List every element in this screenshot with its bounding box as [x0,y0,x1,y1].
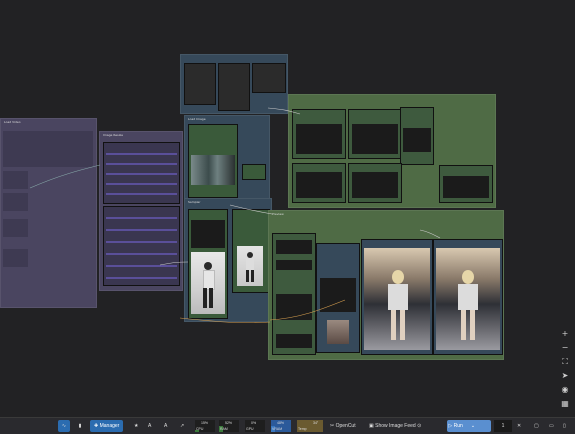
layout-icon[interactable]: ▯ [563,420,566,432]
queue-icon[interactable]: ▢ [534,420,539,432]
gpu-meter: 0% GPU [245,420,265,432]
a-triangle-icon[interactable]: A [164,420,167,432]
cpu-label: CPU [196,427,204,431]
show-feed-label: Show Image Feed [375,423,416,429]
chevron-down-icon[interactable]: ⌄ [471,423,475,429]
queue-count: 1 [501,423,505,429]
minus-icon[interactable]: − [559,342,571,353]
temp-value: 34° [313,421,319,425]
plus-icon[interactable]: + [559,328,571,339]
map-icon[interactable]: ▦ [559,398,571,409]
comfy-logo-icon[interactable]: ∿ [58,420,70,432]
opencut-label: OpenCut [335,423,356,429]
gpu-label: GPU [246,427,254,431]
node-links [29,107,441,324]
history-icon: ⊙ [415,423,422,429]
share-icon[interactable]: ↗ [180,420,184,432]
ram-meter: 52% RAM [219,420,239,432]
manager-button[interactable]: ✚ Manager [90,420,124,432]
stop-icon[interactable]: ✕ [517,420,521,432]
cpu-value: 15% [201,421,209,425]
opencut-button[interactable]: ✂ OpenCut [330,420,356,432]
workflow-canvas[interactable]: Load Video Image Resize Load Image Sampl… [0,0,575,417]
run-button[interactable]: ▷ Run ⌄ [447,420,491,432]
send-icon[interactable]: ➤ [559,370,571,381]
fit-view-icon[interactable]: ⛶ [559,356,571,367]
ram-label: RAM [220,427,228,431]
gpu-value: 0% [251,421,257,425]
bookmark-icon[interactable]: ▮ [76,420,84,432]
a-triangle-icon[interactable]: A [148,420,151,432]
vram-label: VRAM [272,427,283,431]
eye-icon[interactable]: ◉ [559,384,571,395]
star-icon[interactable]: ★ [134,420,138,432]
temp-meter: 34° Temp [297,420,323,432]
ram-value: 52% [225,421,233,425]
queue-count-input[interactable]: 1 [494,420,512,432]
run-icon: ▷ [447,423,454,429]
vram-meter: 48% VRAM [271,420,291,432]
run-label: Run [453,423,463,429]
panel-icon[interactable]: ▭ [549,420,554,432]
canvas-controls: + − ⛶ ➤ ◉ ▦ [559,328,571,409]
show-image-feed-button[interactable]: ▣ Show Image Feed ⊙ [369,420,421,432]
vram-value: 48% [277,421,285,425]
bottom-toolbar: ∿ ▮ ✚ Manager ★ A A ↗ 15% CPU 52% RAM 0%… [0,417,575,434]
manager-label: Manager [99,423,120,429]
temp-label: Temp [298,427,307,431]
cpu-meter: 15% CPU [195,420,215,432]
